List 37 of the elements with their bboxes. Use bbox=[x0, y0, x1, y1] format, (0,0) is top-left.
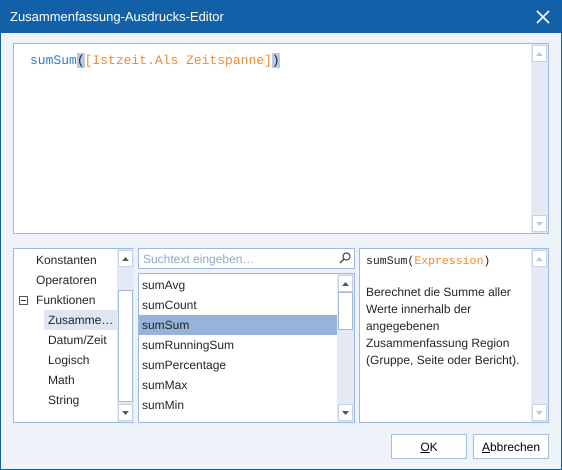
scroll-down-icon[interactable] bbox=[122, 410, 130, 414]
expression-editor[interactable]: sumSum([Istzeit.Als Zeitspanne]) bbox=[13, 43, 549, 234]
tree-item[interactable]: Zusamme… bbox=[44, 310, 118, 330]
search-field[interactable]: Suchtext eingeben… bbox=[138, 248, 355, 269]
scrollbar[interactable] bbox=[117, 249, 134, 422]
function-item[interactable]: sumCount bbox=[139, 295, 337, 315]
scroll-up-icon[interactable] bbox=[122, 256, 130, 260]
scrollbar[interactable] bbox=[337, 274, 354, 422]
tree-item[interactable]: Math bbox=[44, 370, 118, 390]
search-icon bbox=[339, 252, 351, 264]
function-item[interactable]: sumRunningSum bbox=[139, 335, 337, 355]
dialog-button[interactable]: OK bbox=[391, 434, 467, 459]
tree-item[interactable]: Konstanten bbox=[14, 250, 118, 270]
tree-item[interactable]: Operatoren bbox=[14, 270, 118, 290]
tree-item[interactable]: Datum/Zeit bbox=[44, 330, 118, 350]
function-description: Berechnet die Summe aller Werte innerhalb der angegebenen Zusammenfassung Region (Gruppe, Seite oder Bericht). bbox=[366, 284, 520, 370]
tree-item[interactable]: String bbox=[44, 390, 118, 410]
function-item[interactable]: sumSum bbox=[139, 315, 337, 335]
code-token: [Istzeit.Als Zeitspanne] bbox=[84, 53, 272, 68]
function-item[interactable]: sumMin bbox=[139, 395, 337, 415]
close-icon[interactable] bbox=[535, 9, 551, 25]
bracket: ( bbox=[76, 53, 85, 68]
function-item[interactable]: sumAvg bbox=[139, 275, 337, 295]
code-token: sumSum bbox=[30, 53, 77, 68]
function-signature: sumSum(Expression) bbox=[366, 254, 492, 270]
scrollbar-thumb[interactable] bbox=[338, 292, 353, 330]
bracket: ) bbox=[272, 53, 280, 68]
function-item[interactable]: sumMax bbox=[139, 375, 337, 395]
scroll-down-icon[interactable] bbox=[342, 410, 349, 414]
window-title: Zusammenfassung-Ausdrucks-Editor bbox=[10, 8, 224, 26]
dialog-button[interactable]: Abbrechen bbox=[473, 434, 549, 459]
tree-item[interactable]: Funktionen bbox=[14, 290, 118, 310]
scrollbar-thumb[interactable] bbox=[118, 290, 134, 402]
tree-item[interactable]: Logisch bbox=[44, 350, 118, 370]
collapse-icon[interactable] bbox=[19, 296, 28, 304]
scroll-up-icon[interactable] bbox=[342, 282, 349, 286]
function-item[interactable]: sumPercentage bbox=[139, 355, 337, 375]
